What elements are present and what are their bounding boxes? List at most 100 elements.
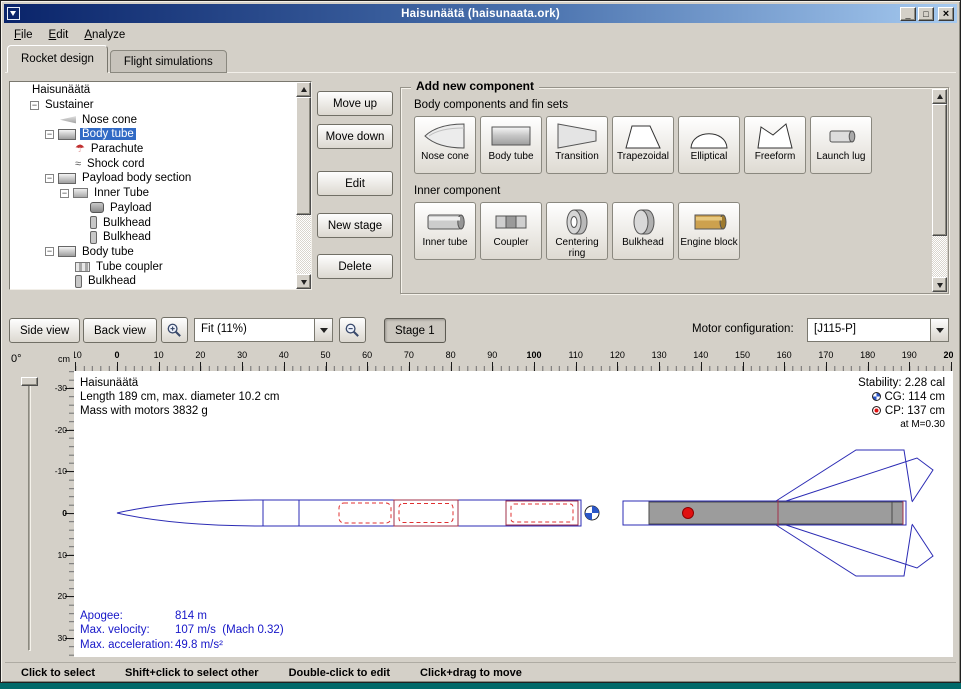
- motor-configuration-select[interactable]: [J115-P]: [807, 318, 949, 342]
- flight-stat-value: 814 m: [175, 610, 207, 622]
- tree-expander-icon[interactable]: −: [45, 174, 54, 183]
- new-stage-button[interactable]: New stage: [317, 213, 393, 238]
- window-controls: _ □ ×: [900, 7, 954, 21]
- add-transition-button[interactable]: Transition: [546, 116, 608, 174]
- zoom-level-select[interactable]: Fit (11%): [194, 318, 333, 342]
- add-inner-tube-button[interactable]: Inner tube: [414, 202, 476, 260]
- tree-item-label: Bulkhead: [101, 231, 153, 243]
- add-trapezoidal-button[interactable]: Trapezoidal: [612, 116, 674, 174]
- maximize-button[interactable]: □: [918, 7, 934, 21]
- menu-file[interactable]: File: [6, 26, 41, 44]
- tab-rocket-design[interactable]: Rocket design: [7, 45, 108, 73]
- cg-value: CG: 114 cm: [885, 391, 946, 403]
- move-up-button[interactable]: Move up: [317, 91, 393, 116]
- zoom-in-button[interactable]: [161, 317, 188, 343]
- add-engine-block-button[interactable]: Engine block: [678, 202, 740, 260]
- tree-item-body-tube[interactable]: − Body tube: [11, 245, 295, 260]
- cp-value: CP: 137 cm: [885, 405, 945, 417]
- tree-item-payload[interactable]: Payload: [11, 201, 295, 216]
- tree-item-body-tube[interactable]: −Body tube: [11, 127, 295, 142]
- tree-scrollbar[interactable]: [296, 82, 311, 289]
- zoom-out-button[interactable]: [339, 317, 366, 343]
- rocket-name: Haisunäätä: [80, 376, 279, 390]
- ruler-label: 140: [693, 350, 708, 360]
- ruler-label: 70: [404, 350, 414, 360]
- back-view-button[interactable]: Back view: [83, 318, 157, 343]
- add-coupler-button[interactable]: Coupler: [480, 202, 542, 260]
- add-freeform-button[interactable]: Freeform: [744, 116, 806, 174]
- component-scrollbar[interactable]: [932, 89, 947, 292]
- ruler-label: 90: [487, 350, 497, 360]
- stage-1-button[interactable]: Stage 1: [384, 318, 446, 343]
- scroll-up-icon[interactable]: [296, 82, 311, 97]
- tree-item-label: Body tube: [80, 246, 136, 258]
- dropdown-arrow-icon[interactable]: [930, 319, 948, 341]
- tree-item-inner-tube[interactable]: −Inner Tube: [11, 186, 295, 201]
- tree-scrollbar-thumb[interactable]: [296, 97, 311, 215]
- zoom-in-icon: [166, 322, 183, 339]
- component-button-label: Centering ring: [548, 238, 606, 259]
- minimize-button[interactable]: _: [900, 7, 916, 21]
- ruler-h: -100102030405060708090100110120130140150…: [74, 350, 953, 371]
- edit-button[interactable]: Edit: [317, 171, 393, 196]
- add-launch-lug-button[interactable]: Launch lug: [810, 116, 872, 174]
- ruler-label: 20: [195, 350, 205, 360]
- rocket-nose-cone[interactable]: [117, 500, 263, 526]
- tree-item-bulkhead[interactable]: Bulkhead: [11, 274, 295, 288]
- tree-item-shock-cord[interactable]: ≈Shock cord: [11, 156, 295, 171]
- dropdown-arrow-icon[interactable]: [314, 319, 332, 341]
- component-button-row: Nose coneBody tubeTransitionTrapezoidal E…: [414, 116, 931, 174]
- delete-button[interactable]: Delete: [317, 254, 393, 279]
- action-buttons: Move up Move down Edit New stage Delete: [317, 91, 393, 279]
- bulkhead-icon: [75, 275, 82, 288]
- tab-flight-simulations[interactable]: Flight simulations: [110, 50, 227, 73]
- menu-analyze[interactable]: Analyze: [76, 26, 133, 44]
- rocket-canvas[interactable]: Haisunäätä Length 189 cm, max. diameter …: [74, 371, 953, 657]
- ruler-v: -30-20-100102030: [55, 371, 74, 657]
- rotation-slider-thumb[interactable]: [21, 377, 38, 386]
- status-hint: Shift+click to select other: [125, 667, 259, 679]
- zoom-out-icon: [344, 322, 361, 339]
- tree-item-parachute[interactable]: ☂Parachute: [11, 142, 295, 157]
- close-button[interactable]: ×: [938, 7, 954, 21]
- component-button-label: Inner tube: [422, 238, 467, 249]
- add-nose-cone-button[interactable]: Nose cone: [414, 116, 476, 174]
- rocket-body-tube-1[interactable]: [263, 500, 458, 526]
- rotation-slider-track[interactable]: [28, 379, 31, 651]
- menu-edit[interactable]: Edit: [41, 26, 77, 44]
- tree-item-haisun-t[interactable]: Haisunäätä: [11, 83, 295, 98]
- flight-stat-label: Max. velocity:: [80, 623, 175, 638]
- motor-configuration-value: [J115-P]: [808, 319, 930, 341]
- ruler-label: 170: [818, 350, 833, 360]
- tree-item-payload-body-section[interactable]: −Payload body section: [11, 171, 295, 186]
- add-bulkhead-button[interactable]: Bulkhead: [612, 202, 674, 260]
- tree-expander-icon[interactable]: −: [30, 101, 39, 110]
- tree-item-nose-cone[interactable]: Nose cone: [11, 112, 295, 127]
- component-scrollbar-thumb[interactable]: [932, 104, 947, 236]
- scroll-up-icon[interactable]: [932, 89, 947, 104]
- ruler-label: -20: [55, 425, 67, 435]
- tree-item-sustainer[interactable]: −Sustainer: [11, 98, 295, 113]
- move-down-button[interactable]: Move down: [317, 124, 393, 149]
- add-body-tube-button[interactable]: Body tube: [480, 116, 542, 174]
- inner-tube-icon: [423, 207, 467, 237]
- tree-item-bulkhead[interactable]: Bulkhead: [11, 230, 295, 245]
- add-centering-ring-button[interactable]: Centering ring: [546, 202, 608, 260]
- component-button-label: Elliptical: [691, 152, 728, 163]
- tree-expander-icon[interactable]: −: [45, 247, 54, 256]
- tree-expander-icon[interactable]: −: [45, 130, 54, 139]
- flight-stats: Apogee:814 mMax. velocity:107 m/s (Mach …: [80, 609, 284, 653]
- tree-item-bulkhead[interactable]: Bulkhead: [11, 215, 295, 230]
- ruler-label: 150: [735, 350, 750, 360]
- engine-block-icon: [687, 207, 731, 237]
- tree-expander-icon[interactable]: −: [60, 189, 69, 198]
- tree-item-tube-coupler[interactable]: Tube coupler: [11, 259, 295, 274]
- component-tree[interactable]: Haisunäätä−SustainerNose cone − Body tube ☂…: [11, 83, 295, 288]
- add-elliptical-button[interactable]: Elliptical: [678, 116, 740, 174]
- side-view-button[interactable]: Side view: [9, 318, 80, 343]
- scroll-down-icon[interactable]: [932, 277, 947, 292]
- ruler-label: 30: [237, 350, 247, 360]
- scroll-down-icon[interactable]: [296, 274, 311, 289]
- titlebar[interactable]: Haisunäätä (haisunaata.ork) _ □ ×: [4, 4, 957, 23]
- tree-item-label: Parachute: [89, 143, 145, 155]
